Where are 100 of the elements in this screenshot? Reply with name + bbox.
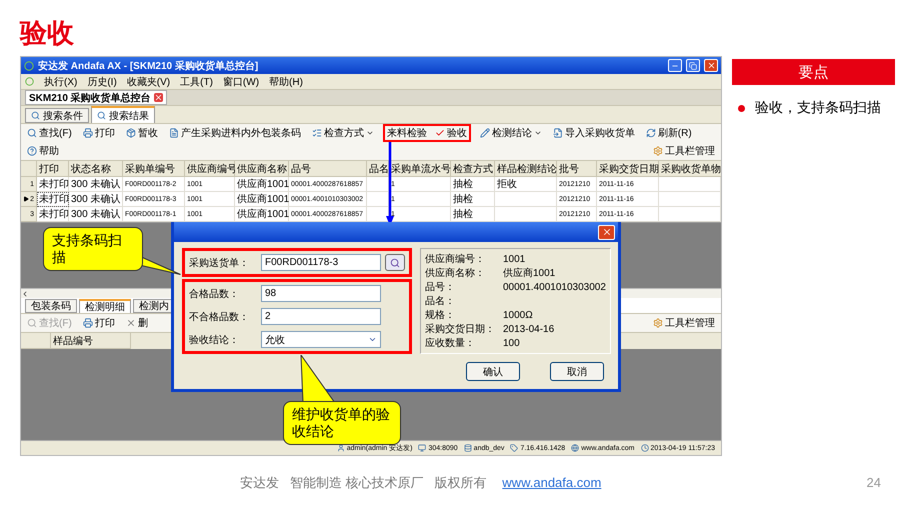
toolbar-button[interactable]: 打印 bbox=[80, 124, 117, 142]
close-button[interactable] bbox=[704, 59, 718, 72]
toolbar-button[interactable]: 检测结论 bbox=[478, 124, 544, 142]
globe-icon bbox=[571, 444, 580, 452]
table-cell: 300 未确认 bbox=[69, 207, 123, 222]
search-icon bbox=[27, 318, 37, 328]
toolbar-button[interactable]: 打印 bbox=[80, 314, 117, 332]
bullet-icon bbox=[738, 104, 745, 112]
input-field[interactable]: 2 bbox=[261, 308, 381, 326]
close-icon bbox=[706, 61, 716, 70]
toolbar-button[interactable]: 查找(F) bbox=[25, 124, 74, 142]
toolbar-button[interactable]: 工具栏管理 bbox=[651, 142, 717, 160]
column-header[interactable]: 品号 bbox=[289, 161, 367, 178]
menu-item[interactable]: 执行(X) bbox=[44, 74, 78, 89]
bullet-text: 验收，支持条码扫描 bbox=[755, 99, 881, 118]
pencil-icon bbox=[480, 128, 490, 138]
dialog-button[interactable]: 取消 bbox=[550, 362, 604, 382]
column-header[interactable]: 供应商编号 bbox=[185, 161, 235, 178]
menu-item[interactable]: 工具(T) bbox=[180, 74, 213, 89]
search-icon bbox=[390, 258, 400, 268]
toolbar-button[interactable]: 导入采购收货单 bbox=[550, 124, 637, 142]
toolbar-button[interactable]: 产生采购进料内外包装条码 bbox=[166, 124, 303, 142]
column-header[interactable]: 采购交货日期 bbox=[597, 161, 659, 178]
checklist-icon bbox=[312, 128, 322, 138]
table-cell: 抽检 bbox=[451, 192, 495, 208]
close-icon bbox=[602, 227, 612, 238]
toolbar-button[interactable]: 暂收 bbox=[124, 124, 160, 142]
info-value: 1001 bbox=[503, 254, 526, 265]
select-field[interactable]: 允收 bbox=[261, 331, 381, 348]
menu-item[interactable]: 历史(I) bbox=[87, 74, 117, 89]
footer-text: 安达发 智能制造 核心技术原厂 版权所有 bbox=[240, 474, 486, 492]
toolbar-button[interactable]: 删 bbox=[124, 314, 150, 332]
restore-button[interactable] bbox=[686, 59, 700, 72]
gear-icon bbox=[653, 146, 663, 156]
menu-item[interactable]: 帮助(H) bbox=[269, 74, 303, 89]
tab[interactable]: 搜索条件 bbox=[25, 108, 89, 124]
help-icon bbox=[27, 146, 37, 156]
toolbar-button[interactable]: 来料检验 bbox=[384, 124, 429, 142]
info-value: 2013-04-16 bbox=[503, 324, 554, 335]
checkmark-icon bbox=[434, 128, 445, 138]
slide-title: 验收 bbox=[20, 17, 75, 50]
table-cell: 供应商1001 bbox=[235, 192, 289, 208]
column-header[interactable]: 状态名称 bbox=[69, 161, 123, 178]
document-tab[interactable]: SKM210 采购收货单总控台 bbox=[25, 90, 167, 106]
section-heading: 要点 bbox=[732, 59, 895, 86]
toolbar-button[interactable]: 检查方式 bbox=[310, 124, 376, 142]
info-label: 采购交货日期： bbox=[425, 322, 496, 336]
input-field[interactable]: 98 bbox=[261, 285, 381, 302]
printer-icon bbox=[82, 128, 93, 138]
table-cell: 未打印 bbox=[37, 177, 69, 192]
package-icon bbox=[126, 128, 136, 138]
toolbar-button[interactable]: 工具栏管理 bbox=[651, 314, 717, 332]
minimize-button[interactable] bbox=[668, 59, 682, 72]
info-label: 供应商名称： bbox=[425, 266, 486, 280]
dialog-button[interactable]: 确认 bbox=[466, 362, 520, 382]
current-row-icon bbox=[23, 196, 29, 202]
column-header[interactable]: 样品检测结论 bbox=[495, 161, 557, 178]
column-header[interactable]: 样品编号 bbox=[51, 333, 131, 350]
info-label: 供应商编号： bbox=[425, 252, 486, 266]
gear-icon bbox=[653, 318, 663, 328]
database-icon bbox=[464, 444, 472, 452]
column-header[interactable]: 批号 bbox=[557, 161, 597, 178]
info-label: 品号： bbox=[425, 281, 456, 294]
field-label: 采购送货单： bbox=[189, 256, 250, 270]
info-value: 100 bbox=[503, 338, 520, 349]
toolbar-button[interactable]: 验收 bbox=[432, 124, 469, 142]
monitor-icon bbox=[418, 444, 426, 452]
close-button[interactable] bbox=[598, 224, 615, 240]
menu-item[interactable]: 收藏夹(V) bbox=[126, 74, 170, 89]
column-header[interactable]: 采购收货单物 bbox=[659, 161, 721, 178]
window-title: 安达发 Andafa AX - [SKM210 采购收货单总控台] bbox=[38, 59, 258, 73]
close-icon bbox=[154, 93, 163, 102]
search-button[interactable] bbox=[385, 254, 405, 272]
tab[interactable]: 搜索结果 bbox=[91, 106, 155, 124]
scroll-left-icon bbox=[21, 290, 29, 298]
column-header[interactable]: 采购单流水号 bbox=[389, 161, 451, 178]
menu-item[interactable]: 窗口(W) bbox=[222, 74, 260, 89]
info-label: 规格： bbox=[425, 308, 456, 322]
info-value: 供应商1001 bbox=[503, 266, 556, 280]
table-cell bbox=[495, 192, 557, 208]
column-header[interactable]: 检查方式 bbox=[451, 161, 495, 178]
footer-link[interactable]: www.andafa.com bbox=[502, 475, 602, 490]
table-cell: 抽检 bbox=[451, 177, 495, 192]
table-cell: 300 未确认 bbox=[69, 192, 123, 208]
delete-icon bbox=[126, 318, 136, 328]
field-label: 不合格品数： bbox=[189, 310, 250, 324]
tag-icon bbox=[510, 444, 518, 452]
input-field[interactable]: F00RD001178-3 bbox=[261, 254, 381, 272]
user-icon bbox=[336, 444, 345, 452]
toolbar-button[interactable]: 帮助 bbox=[25, 142, 61, 160]
column-header[interactable]: 打印 bbox=[37, 161, 69, 178]
field-label: 合格品数： bbox=[189, 288, 240, 301]
tab[interactable]: 包装条码 bbox=[25, 299, 77, 314]
tab[interactable]: 检测明细 bbox=[79, 299, 131, 314]
column-header[interactable]: 品名 bbox=[367, 161, 389, 178]
column-header[interactable]: 供应商名称 bbox=[235, 161, 289, 178]
refresh-icon bbox=[646, 128, 656, 138]
column-header[interactable]: 采购单编号 bbox=[123, 161, 185, 178]
file-arrow-icon bbox=[552, 128, 563, 138]
toolbar-button[interactable]: 刷新(R) bbox=[644, 124, 694, 142]
